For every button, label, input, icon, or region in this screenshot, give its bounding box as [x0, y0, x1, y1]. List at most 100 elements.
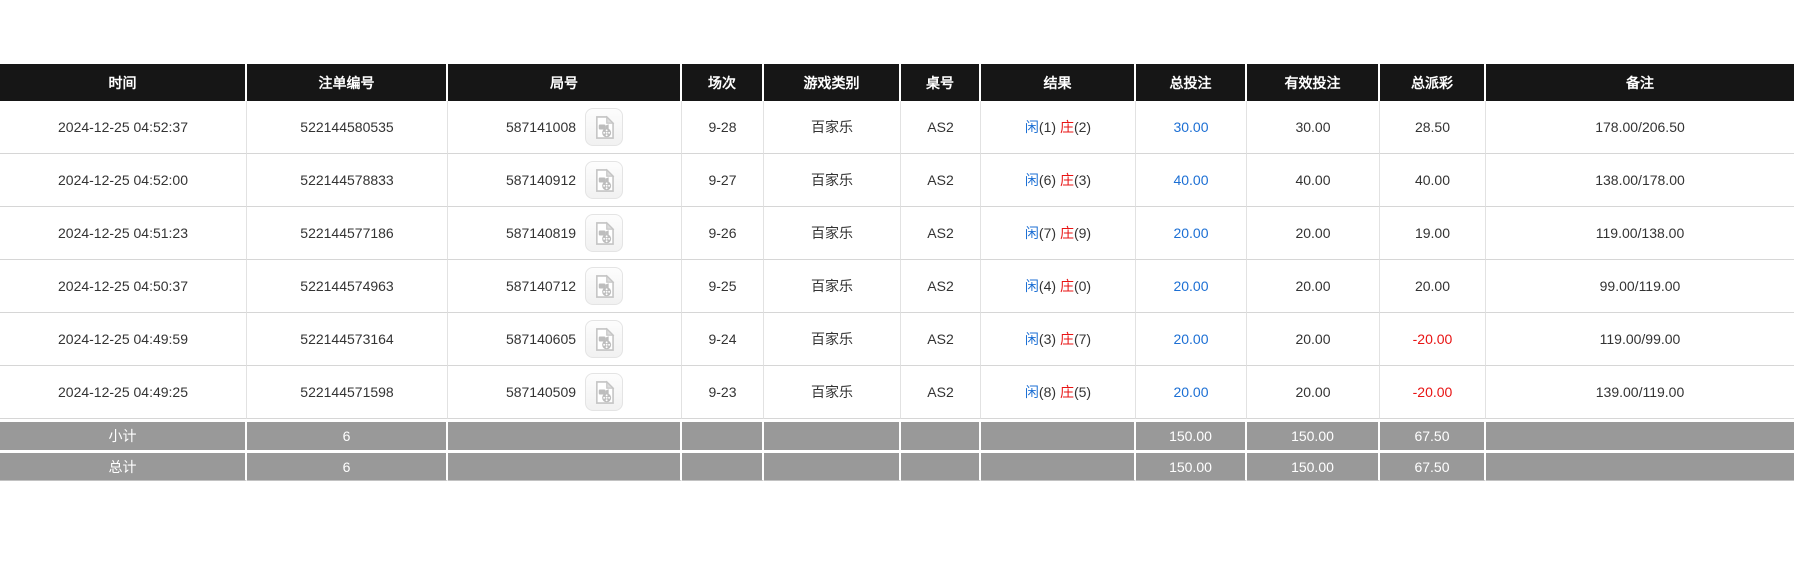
cell-table_no: AS2 [901, 101, 981, 154]
round-number: 587141008 [506, 119, 576, 135]
result-banker-points: (9) [1074, 225, 1091, 241]
video-replay-button[interactable] [585, 320, 623, 358]
result-player-points: (1) [1039, 119, 1056, 135]
video-replay-button[interactable] [585, 108, 623, 146]
cell-valid_bet: 20.00 [1247, 366, 1380, 419]
cell-game_type: 百家乐 [764, 260, 901, 313]
cell-session: 9-27 [682, 154, 764, 207]
result-player-label: 闲 [1025, 172, 1039, 188]
total-row: 总计6150.00150.0067.50 [0, 450, 1794, 481]
round-number: 587140509 [506, 384, 576, 400]
cell-bet_id: 522144580535 [247, 101, 448, 154]
result-player-points: (8) [1039, 384, 1056, 400]
result-player-points: (3) [1039, 331, 1056, 347]
cell-round: 587140509 [448, 366, 682, 419]
cell-remark: 178.00/206.50 [1486, 101, 1794, 154]
cell-valid_bet: 20.00 [1247, 207, 1380, 260]
subtotal-empty-cell [682, 419, 764, 450]
cell-valid_bet: 20.00 [1247, 260, 1380, 313]
round-number-with-replay: 587141008 [448, 108, 681, 146]
round-number: 587140712 [506, 278, 576, 294]
result-banker-points: (0) [1074, 278, 1091, 294]
column-header-session: 场次 [682, 64, 764, 101]
result-banker-label: 庄 [1060, 384, 1074, 400]
cell-game_type: 百家乐 [764, 207, 901, 260]
column-header-bet_id: 注单编号 [247, 64, 448, 101]
cell-result: 闲(6) 庄(3) [981, 154, 1136, 207]
cell-table_no: AS2 [901, 366, 981, 419]
betting-records-table: 时间注单编号局号场次游戏类别桌号结果总投注有效投注总派彩备注 2024-12-2… [0, 64, 1794, 481]
cell-game_type: 百家乐 [764, 313, 901, 366]
column-header-valid_bet: 有效投注 [1247, 64, 1380, 101]
round-number: 587140912 [506, 172, 576, 188]
cell-round: 587141008 [448, 101, 682, 154]
cell-remark: 139.00/119.00 [1486, 366, 1794, 419]
result-banker-label: 庄 [1060, 331, 1074, 347]
table-row: 2024-12-25 04:52:37522144580535 587141008… [0, 101, 1794, 154]
cell-table_no: AS2 [901, 260, 981, 313]
video-file-icon [591, 273, 618, 300]
betting-records-page: 时间注单编号局号场次游戏类别桌号结果总投注有效投注总派彩备注 2024-12-2… [0, 0, 1794, 579]
total-empty-cell [682, 450, 764, 481]
cell-result: 闲(1) 庄(2) [981, 101, 1136, 154]
table-row: 2024-12-25 04:50:37522144574963 587140712… [0, 260, 1794, 313]
cell-valid_bet: 30.00 [1247, 101, 1380, 154]
cell-total_bet: 20.00 [1136, 313, 1247, 366]
cell-total_payout: 40.00 [1380, 154, 1486, 207]
cell-total_bet: 20.00 [1136, 260, 1247, 313]
subtotal-empty-cell [764, 419, 901, 450]
cell-bet_id: 522144577186 [247, 207, 448, 260]
subtotal-empty-cell [448, 419, 682, 450]
cell-remark: 119.00/138.00 [1486, 207, 1794, 260]
round-number-with-replay: 587140605 [448, 320, 681, 358]
cell-game_type: 百家乐 [764, 154, 901, 207]
subtotal-valid_bet: 150.00 [1247, 419, 1380, 450]
cell-session: 9-24 [682, 313, 764, 366]
cell-time: 2024-12-25 04:52:37 [0, 101, 247, 154]
subtotal-total_bet: 150.00 [1136, 419, 1247, 450]
cell-bet_id: 522144573164 [247, 313, 448, 366]
cell-table_no: AS2 [901, 154, 981, 207]
cell-remark: 138.00/178.00 [1486, 154, 1794, 207]
total-total_bet: 150.00 [1136, 450, 1247, 481]
table-row: 2024-12-25 04:52:00522144578833587140912… [0, 154, 1794, 207]
column-header-total_bet: 总投注 [1136, 64, 1247, 101]
video-file-icon [591, 167, 618, 194]
column-header-remark: 备注 [1486, 64, 1794, 101]
table-row: 2024-12-25 04:49:25522144571598587140509… [0, 366, 1794, 419]
cell-time: 2024-12-25 04:50:37 [0, 260, 247, 313]
cell-session: 9-25 [682, 260, 764, 313]
cell-total_bet: 40.00 [1136, 154, 1247, 207]
cell-remark: 119.00/99.00 [1486, 313, 1794, 366]
result-player-points: (6) [1039, 172, 1056, 188]
total-empty-cell [764, 450, 901, 481]
video-replay-button[interactable] [585, 161, 623, 199]
cell-total_payout: 28.50 [1380, 101, 1486, 154]
result-banker-points: (7) [1074, 331, 1091, 347]
cell-time: 2024-12-25 04:49:25 [0, 366, 247, 419]
cell-bet_id: 522144574963 [247, 260, 448, 313]
subtotal-empty-cell [981, 419, 1136, 450]
cell-result: 闲(7) 庄(9) [981, 207, 1136, 260]
cell-session: 9-28 [682, 101, 764, 154]
cell-table_no: AS2 [901, 207, 981, 260]
video-file-icon [591, 220, 618, 247]
column-header-total_payout: 总派彩 [1380, 64, 1486, 101]
cell-session: 9-26 [682, 207, 764, 260]
subtotal-empty-cell [1486, 419, 1794, 450]
result-banker-points: (3) [1074, 172, 1091, 188]
cell-total_bet: 20.00 [1136, 366, 1247, 419]
cell-time: 2024-12-25 04:51:23 [0, 207, 247, 260]
video-replay-button[interactable] [585, 267, 623, 305]
video-file-icon [591, 379, 618, 406]
cell-total_payout: 19.00 [1380, 207, 1486, 260]
video-replay-button[interactable] [585, 373, 623, 411]
video-replay-button[interactable] [585, 214, 623, 252]
result-player-label: 闲 [1025, 278, 1039, 294]
result-banker-label: 庄 [1060, 172, 1074, 188]
result-banker-points: (5) [1074, 384, 1091, 400]
total-empty-cell [1486, 450, 1794, 481]
cell-total_bet: 30.00 [1136, 101, 1247, 154]
round-number: 587140819 [506, 225, 576, 241]
total-count: 6 [247, 450, 448, 481]
